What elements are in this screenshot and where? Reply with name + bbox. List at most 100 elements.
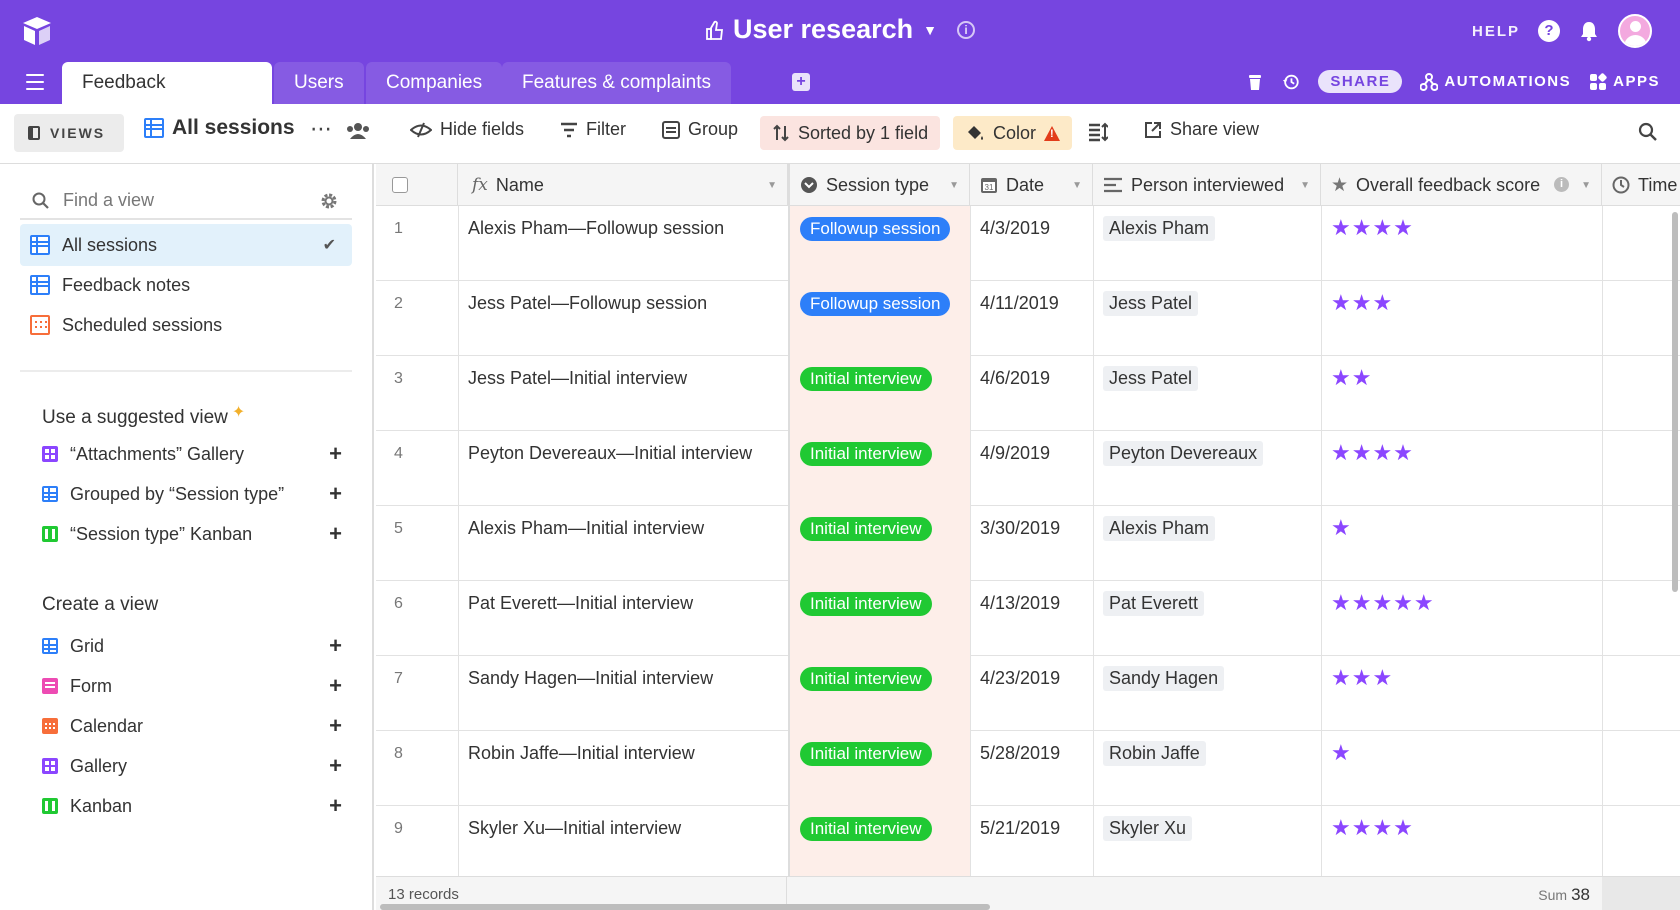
linked-person-chip[interactable]: Sandy Hagen <box>1103 666 1225 691</box>
color-button[interactable]: Color <box>953 116 1073 150</box>
time-cell[interactable] <box>1602 281 1680 356</box>
table-row[interactable]: 6 Pat Everett—Initial interview Initial in… <box>376 581 1680 656</box>
add-icon[interactable]: + <box>329 440 342 468</box>
trash-icon[interactable] <box>1246 73 1264 91</box>
rating-cell[interactable]: ★★★★ <box>1321 806 1602 881</box>
table-row[interactable]: 4 Peyton Devereaux—Initial interview Initi… <box>376 431 1680 506</box>
find-view-input[interactable]: Find a view <box>20 182 352 220</box>
filter-button[interactable]: Filter <box>560 119 626 140</box>
session-type-cell[interactable]: Initial interview <box>788 506 970 581</box>
linked-person-chip[interactable]: Pat Everett <box>1103 591 1205 616</box>
info-icon[interactable]: i <box>1554 177 1569 192</box>
rating-cell[interactable]: ★★★★ <box>1321 431 1602 506</box>
automations-button[interactable]: AUTOMATIONS <box>1420 72 1571 91</box>
record-name[interactable]: Jess Patel—Followup session <box>458 281 788 356</box>
help-icon[interactable]: ? <box>1538 20 1560 42</box>
table-row[interactable]: 3 Jess Patel—Initial interview Initial int… <box>376 356 1680 431</box>
suggested-view-grouped-session-type[interactable]: Grouped by “Session type” + <box>42 480 342 508</box>
session-type-cell[interactable]: Initial interview <box>788 431 970 506</box>
time-cell[interactable] <box>1602 431 1680 506</box>
add-icon[interactable]: + <box>329 672 342 700</box>
date-cell[interactable]: 4/13/2019 <box>970 581 1093 656</box>
date-cell[interactable]: 4/6/2019 <box>970 356 1093 431</box>
time-cell[interactable] <box>1602 356 1680 431</box>
share-view-button[interactable]: Share view <box>1144 119 1259 140</box>
row-height-icon[interactable] <box>1088 122 1108 142</box>
collaborators-icon[interactable] <box>346 122 370 140</box>
current-view-name[interactable]: All sessions <box>144 116 295 140</box>
column-header-overall-feedback-score[interactable]: ★ Overall feedback score i ▼ <box>1321 164 1602 206</box>
tab-features-complaints[interactable]: Features & complaints <box>502 62 732 104</box>
time-cell[interactable] <box>1602 581 1680 656</box>
record-name[interactable]: Alexis Pham—Initial interview <box>458 506 788 581</box>
session-type-cell[interactable]: Followup session <box>788 281 970 356</box>
column-header-person-interviewed[interactable]: Person interviewed ▼ <box>1093 164 1321 206</box>
time-cell[interactable] <box>1602 206 1680 281</box>
linked-person-chip[interactable]: Jess Patel <box>1103 366 1199 391</box>
record-name[interactable]: Sandy Hagen—Initial interview <box>458 656 788 731</box>
sidebar-view-scheduled-sessions[interactable]: Scheduled sessions <box>20 304 352 346</box>
date-cell[interactable]: 4/9/2019 <box>970 431 1093 506</box>
session-type-cell[interactable]: Initial interview <box>788 656 970 731</box>
linked-person-chip[interactable]: Skyler Xu <box>1103 816 1193 841</box>
info-icon[interactable]: i <box>957 20 975 39</box>
person-cell[interactable]: Jess Patel <box>1093 281 1321 356</box>
vertical-scrollbar[interactable] <box>1672 212 1678 592</box>
tab-companies[interactable]: Companies <box>366 62 503 104</box>
rating-cell[interactable]: ★★★ <box>1321 656 1602 731</box>
group-button[interactable]: Group <box>662 119 738 140</box>
time-cell[interactable] <box>1602 806 1680 881</box>
rating-cell[interactable]: ★ <box>1321 506 1602 581</box>
date-cell[interactable]: 4/11/2019 <box>970 281 1093 356</box>
suggested-view-attachments-gallery[interactable]: “Attachments” Gallery + <box>42 440 342 468</box>
create-view-grid[interactable]: Grid + <box>42 632 342 660</box>
create-view-kanban[interactable]: Kanban + <box>42 792 342 820</box>
add-icon[interactable]: + <box>329 632 342 660</box>
time-cell[interactable] <box>1602 506 1680 581</box>
bell-icon[interactable] <box>1578 20 1600 42</box>
search-icon[interactable] <box>1638 122 1658 142</box>
apps-button[interactable]: APPS <box>1589 72 1660 91</box>
person-cell[interactable]: Peyton Devereaux <box>1093 431 1321 506</box>
tab-users[interactable]: Users <box>274 62 364 104</box>
linked-person-chip[interactable]: Peyton Devereaux <box>1103 441 1264 466</box>
add-icon[interactable]: + <box>329 520 342 548</box>
rating-cell[interactable]: ★★★ <box>1321 281 1602 356</box>
date-cell[interactable]: 5/28/2019 <box>970 731 1093 806</box>
person-cell[interactable]: Sandy Hagen <box>1093 656 1321 731</box>
session-type-cell[interactable]: Initial interview <box>788 731 970 806</box>
linked-person-chip[interactable]: Jess Patel <box>1103 291 1199 316</box>
time-cell[interactable] <box>1602 731 1680 806</box>
record-name[interactable]: Peyton Devereaux—Initial interview <box>458 431 788 506</box>
column-header-name[interactable]: 𝑓x Name ▼ <box>458 164 788 206</box>
record-name[interactable]: Pat Everett—Initial interview <box>458 581 788 656</box>
add-icon[interactable]: + <box>329 480 342 508</box>
views-toggle-button[interactable]: VIEWS <box>14 114 124 152</box>
table-row[interactable]: 5 Alexis Pham—Initial interview Initial in… <box>376 506 1680 581</box>
session-type-cell[interactable]: Initial interview <box>788 581 970 656</box>
chevron-down-icon[interactable]: ▼ <box>949 180 959 191</box>
person-cell[interactable]: Pat Everett <box>1093 581 1321 656</box>
rating-cell[interactable]: ★★★★ <box>1321 206 1602 281</box>
person-cell[interactable]: Robin Jaffe <box>1093 731 1321 806</box>
base-title[interactable]: User research ▼ i <box>0 14 1680 49</box>
add-icon[interactable]: + <box>329 712 342 740</box>
linked-person-chip[interactable]: Robin Jaffe <box>1103 741 1206 766</box>
chevron-down-icon[interactable]: ▼ <box>1300 180 1310 191</box>
suggested-view-session-type-kanban[interactable]: “Session type” Kanban + <box>42 520 342 548</box>
person-cell[interactable]: Alexis Pham <box>1093 206 1321 281</box>
chevron-down-icon[interactable]: ▼ <box>923 22 937 38</box>
add-icon[interactable]: + <box>329 752 342 780</box>
session-type-cell[interactable]: Followup session <box>788 206 970 281</box>
create-view-calendar[interactable]: Calendar + <box>42 712 342 740</box>
help-label[interactable]: HELP <box>1472 23 1520 40</box>
record-name[interactable]: Skyler Xu—Initial interview <box>458 806 788 881</box>
session-type-cell[interactable]: Initial interview <box>788 356 970 431</box>
column-header-date[interactable]: 31 Date ▼ <box>970 164 1093 206</box>
chevron-down-icon[interactable]: ▼ <box>1072 180 1082 191</box>
gear-icon[interactable] <box>320 192 338 210</box>
person-cell[interactable]: Skyler Xu <box>1093 806 1321 881</box>
date-cell[interactable]: 4/23/2019 <box>970 656 1093 731</box>
score-summary[interactable]: Sum 38 <box>1538 885 1590 905</box>
chevron-down-icon[interactable]: ▼ <box>767 180 777 191</box>
